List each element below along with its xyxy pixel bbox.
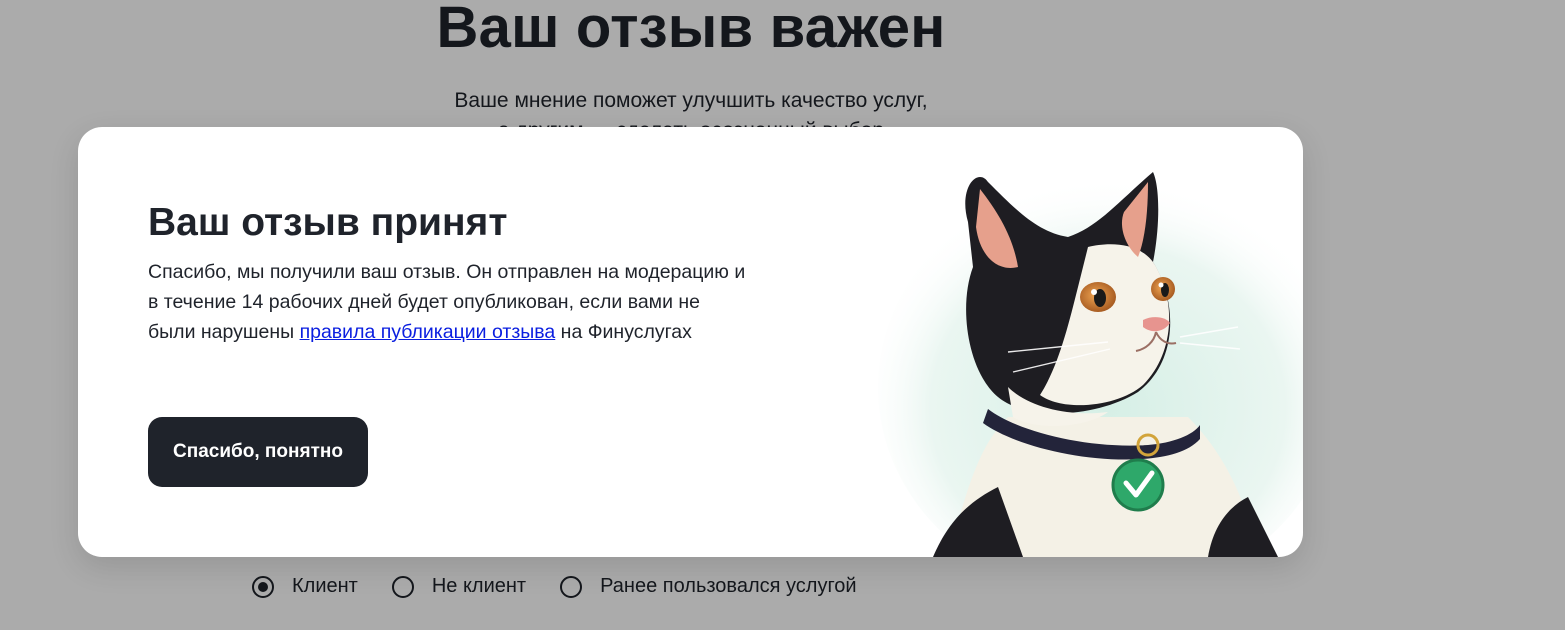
thanks-understood-button[interactable]: Спасибо, понятно	[148, 417, 368, 487]
publication-rules-link[interactable]: правила публикации отзыва	[300, 321, 556, 343]
modal-message: Спасибо, мы получили ваш отзыв. Он отпра…	[148, 257, 748, 347]
cat-with-check-tag-illustration	[878, 172, 1303, 557]
modal-message-text-end: на Финуслугах	[555, 321, 692, 343]
review-accepted-modal: Ваш отзыв принят Спасибо, мы получили ва…	[78, 127, 1303, 557]
modal-title: Ваш отзыв принят	[148, 201, 508, 244]
